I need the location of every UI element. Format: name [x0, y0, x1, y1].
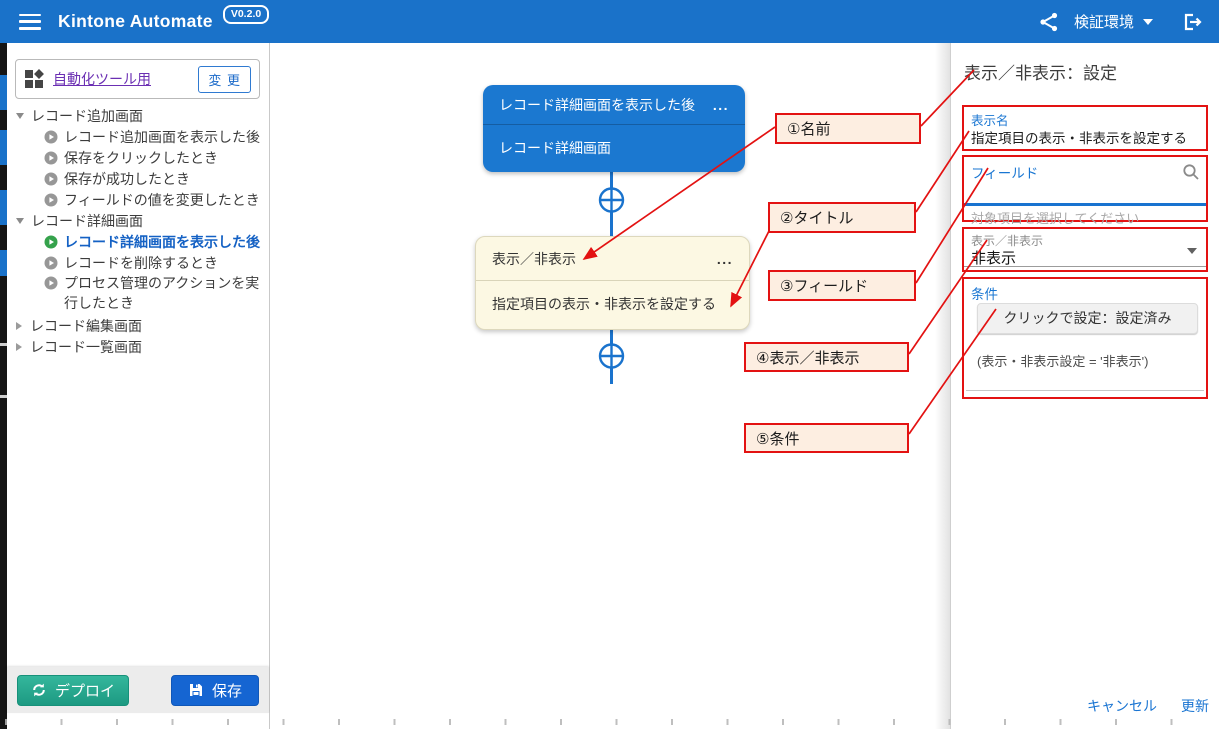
canvas-scrollbar[interactable] [935, 43, 950, 729]
tree-item[interactable]: 保存をクリックしたとき [7, 147, 269, 168]
app-name-link[interactable]: 自動化ツール用 [53, 69, 151, 89]
annotation-visibility: ④表示／非表示 [744, 342, 909, 372]
caret-down-icon [16, 218, 24, 224]
tree-group-record-add[interactable]: レコード追加画面 [7, 105, 269, 126]
event-tree: レコード追加画面 レコード追加画面を表示した後 保存をクリックしたとき 保存が成… [7, 105, 269, 357]
add-step-button[interactable] [600, 345, 623, 368]
more-options-icon[interactable]: ... [717, 251, 733, 267]
input-underline [964, 266, 1206, 267]
flow-canvas[interactable]: レコード詳細画面を表示した後 ... レコード詳細画面 表示／非表示 ... 指… [270, 43, 950, 729]
tree-item[interactable]: レコード追加画面を表示した後 [7, 126, 269, 147]
action-node[interactable]: 表示／非表示 ... 指定項目の表示・非表示を設定する [475, 236, 750, 330]
annotation-condition: ⑤条件 [744, 423, 909, 453]
collapsed-nav-rail[interactable] [0, 43, 7, 729]
environment-selector[interactable]: 検証環境 [1074, 11, 1134, 32]
app-grid-icon [24, 69, 46, 89]
event-play-icon [44, 193, 58, 207]
settings-panel: 表示／非表示：設定 表示名 指定項目の表示・非表示を設定する フィールド 対象項… [950, 43, 1219, 729]
top-app-bar: Kintone Automate V0.2.0 検証環境 [0, 0, 1219, 43]
display-name-field: 表示名 指定項目の表示・非表示を設定する [962, 105, 1208, 151]
save-button[interactable]: 保存 [171, 675, 259, 706]
update-button[interactable]: 更新 [1181, 696, 1209, 716]
app-selector: 自動化ツール用 変 更 [15, 59, 260, 99]
change-app-button[interactable]: 変 更 [198, 66, 251, 93]
caret-right-icon [16, 343, 22, 351]
tree-item-selected[interactable]: レコード詳細画面を表示した後 [7, 231, 269, 252]
event-play-icon [44, 151, 58, 165]
display-name-value[interactable]: 指定項目の表示・非表示を設定する [971, 127, 1187, 147]
sidebar-footer: デプロイ 保存 [7, 667, 269, 713]
add-step-button[interactable] [600, 189, 623, 212]
menu-icon[interactable] [19, 14, 41, 30]
condition-set-button[interactable]: クリックで設定：設定済み [977, 303, 1198, 334]
event-play-icon-active [44, 235, 58, 249]
visibility-value: 非表示 [971, 247, 1016, 268]
panel-actions: キャンセル 更新 [1087, 696, 1209, 716]
tree-item[interactable]: 保存が成功したとき [7, 168, 269, 189]
event-play-icon [44, 256, 58, 270]
input-underline [964, 203, 1206, 206]
deploy-button[interactable]: デプロイ [17, 675, 129, 706]
share-icon[interactable] [1038, 11, 1060, 33]
annotation-title: ②タイトル [768, 202, 916, 233]
tree-item[interactable]: フィールドの値を変更したとき [7, 189, 269, 210]
field-label: フィールド [971, 162, 1038, 182]
visibility-select[interactable]: 表示／非表示 非表示 [962, 227, 1208, 272]
trigger-node-subtitle: レコード詳細画面 [499, 138, 611, 158]
tree-group-record-list[interactable]: レコード一覧画面 [7, 336, 269, 357]
tree-group-record-detail[interactable]: レコード詳細画面 [7, 210, 269, 231]
sync-icon [31, 682, 47, 698]
condition-field: 条件 クリックで設定：設定済み (表示・非表示設定 = '非表示') [962, 277, 1208, 399]
tree-group-record-edit[interactable]: レコード編集画面 [7, 315, 269, 336]
cancel-button[interactable]: キャンセル [1087, 696, 1157, 716]
trigger-node-title: レコード詳細画面を表示した後 [499, 95, 695, 115]
panel-title: 表示／非表示：設定 [964, 59, 1117, 84]
sidebar: 自動化ツール用 変 更 レコード追加画面 レコード追加画面を表示した後 保存をク… [7, 43, 270, 729]
action-node-subtitle: 指定項目の表示・非表示を設定する [492, 294, 716, 314]
field-select-field: フィールド 対象項目を選択してください [962, 155, 1208, 222]
condition-summary: (表示・非表示設定 = '非表示') [977, 351, 1148, 370]
action-node-title: 表示／非表示 [492, 249, 576, 269]
tree-item[interactable]: プロセス管理のアクションを実行したとき [7, 273, 269, 315]
dropdown-caret-icon [1187, 248, 1197, 254]
version-badge: V0.2.0 [223, 5, 269, 24]
event-play-icon [44, 130, 58, 144]
more-options-icon[interactable]: ... [713, 97, 729, 113]
tree-item[interactable]: レコードを削除するとき [7, 252, 269, 273]
event-play-icon [44, 172, 58, 186]
input-underline [966, 390, 1204, 391]
annotation-field: ③フィールド [768, 270, 916, 301]
condition-label: 条件 [971, 283, 998, 303]
app-title: Kintone Automate [58, 11, 213, 32]
annotation-name: ①名前 [775, 113, 921, 144]
chevron-down-icon[interactable] [1143, 19, 1153, 25]
trigger-node[interactable]: レコード詳細画面を表示した後 ... レコード詳細画面 [483, 85, 745, 172]
logout-icon[interactable] [1181, 11, 1203, 33]
floppy-disk-icon [188, 682, 204, 698]
caret-right-icon [16, 322, 22, 330]
field-placeholder[interactable]: 対象項目を選択してください [971, 208, 1139, 227]
caret-down-icon [16, 113, 24, 119]
search-icon[interactable] [1182, 163, 1200, 181]
event-play-icon [44, 276, 58, 290]
